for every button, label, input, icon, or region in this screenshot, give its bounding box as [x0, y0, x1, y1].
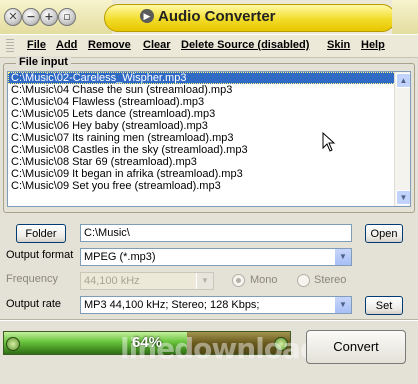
list-item[interactable]: C:\Music\08 Star 69 (streamload).mp3	[8, 156, 410, 168]
list-scrollbar[interactable]: ▲ ▼	[394, 72, 410, 206]
restore-window-button[interactable]: ▫	[58, 8, 76, 26]
close-window-button[interactable]: ✕	[4, 8, 22, 26]
list-item[interactable]: C:\Music\02-Careless_Wispher.mp3	[8, 72, 410, 84]
menu-delete-source[interactable]: Delete Source (disabled)	[181, 39, 309, 51]
menu-skin[interactable]: Skin	[327, 39, 350, 51]
minimize-window-button[interactable]: −	[22, 8, 40, 26]
mono-radio[interactable]	[232, 274, 245, 287]
list-item[interactable]: C:\Music\05 Lets dance (streamload).mp3	[8, 108, 410, 120]
list-item[interactable]: C:\Music\08 Castles in the sky (streamlo…	[8, 144, 410, 156]
menu-help[interactable]: Help	[361, 39, 385, 51]
frequency-label: Frequency	[6, 273, 58, 285]
scroll-up-icon[interactable]: ▲	[396, 73, 410, 88]
output-format-value: MPEG (*.mp3)	[84, 251, 156, 263]
maximize-window-button[interactable]: +	[40, 8, 58, 26]
output-rate-label: Output rate	[6, 298, 62, 310]
list-item[interactable]: C:\Music\07 Its raining men (streamload)…	[8, 132, 410, 144]
file-input-group: File input C:\Music\02-Careless_Wispher.…	[3, 56, 415, 213]
convert-button[interactable]: Convert	[306, 330, 406, 364]
frequency-value: 44,100 kHz	[84, 275, 140, 287]
list-item[interactable]: C:\Music\06 Hey baby (streamload).mp3	[8, 120, 410, 132]
list-item[interactable]: C:\Music\09 Set you free (streamload).mp…	[8, 180, 410, 192]
set-button[interactable]: Set	[365, 296, 403, 315]
play-icon: ▶	[140, 9, 154, 23]
file-list[interactable]: C:\Music\02-Careless_Wispher.mp3 C:\Musi…	[7, 71, 411, 207]
output-rate-select[interactable]: MP3 44,100 kHz; Stereo; 128 Kbps; ▼	[80, 296, 352, 314]
stereo-label: Stereo	[314, 274, 347, 286]
output-rate-value: MP3 44,100 kHz; Stereo; 128 Kbps;	[84, 299, 260, 311]
scroll-down-icon[interactable]: ▼	[396, 190, 410, 205]
mono-label: Mono	[250, 274, 278, 286]
progress-bar: 64%	[3, 331, 291, 355]
list-item[interactable]: C:\Music\04 Flawless (streamload).mp3	[8, 96, 410, 108]
chevron-down-icon[interactable]: ▼	[334, 249, 351, 265]
menu-remove[interactable]: Remove	[88, 39, 131, 51]
folder-path-field[interactable]: C:\Music\	[80, 224, 352, 242]
toolbar-grip-icon	[6, 39, 14, 53]
title-bar: ✕ − + ▫ ▶ Audio Converter	[0, 0, 418, 35]
divider	[0, 319, 418, 321]
window-title: Audio Converter	[158, 8, 276, 25]
menu-add[interactable]: Add	[56, 39, 77, 51]
output-format-label: Output format	[6, 249, 74, 261]
file-input-label: File input	[16, 56, 71, 68]
open-button[interactable]: Open	[365, 224, 403, 243]
progress-text: 64%	[131, 334, 163, 351]
chevron-down-icon[interactable]: ▼	[196, 273, 213, 289]
menu-clear[interactable]: Clear	[143, 39, 171, 51]
frequency-select[interactable]: 44,100 kHz ▼	[80, 272, 214, 290]
chevron-down-icon[interactable]: ▼	[334, 297, 351, 313]
menu-file[interactable]: File	[27, 39, 46, 51]
menu-bar: File Add Remove Clear Delete Source (dis…	[0, 34, 418, 58]
list-item[interactable]: C:\Music\04 Chase the sun (streamload).m…	[8, 84, 410, 96]
title-bar-left: ✕ − + ▫	[0, 0, 112, 35]
folder-button[interactable]: Folder	[16, 224, 66, 243]
title-bar-right	[392, 0, 418, 34]
list-item[interactable]: C:\Music\09 It began in afrika (streamlo…	[8, 168, 410, 180]
mouse-cursor-icon	[322, 132, 336, 152]
stereo-radio[interactable]	[297, 274, 310, 287]
output-format-select[interactable]: MPEG (*.mp3) ▼	[80, 248, 352, 266]
